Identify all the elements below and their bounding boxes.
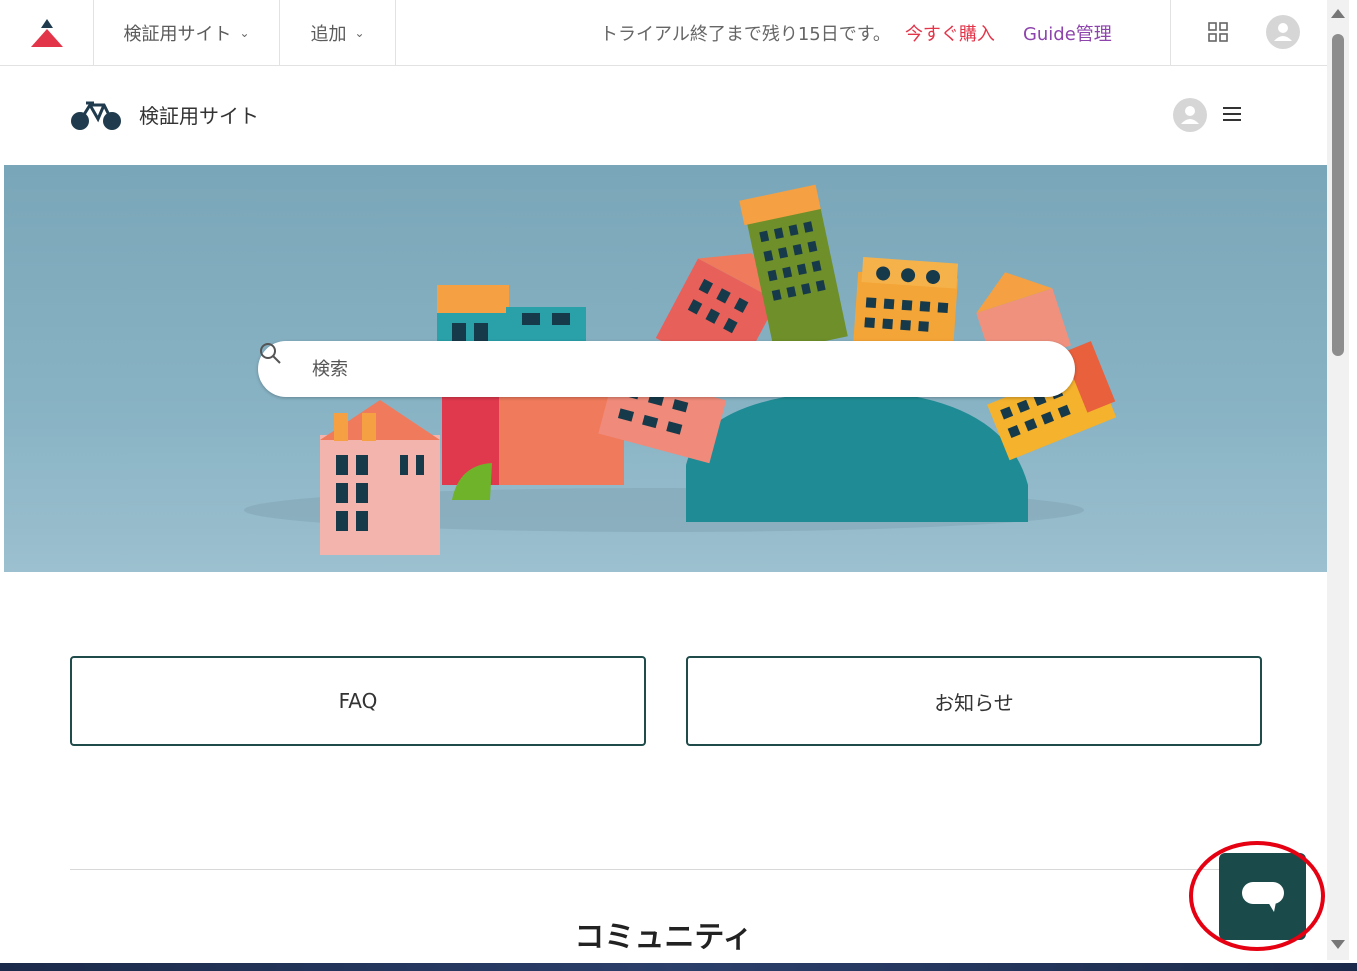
buy-now-link[interactable]: 今すぐ購入 — [905, 20, 995, 46]
category-faq[interactable]: FAQ — [70, 656, 646, 746]
site-header: 検証用サイト — [4, 67, 1327, 165]
user-avatar-icon[interactable] — [1266, 15, 1300, 49]
brand-name[interactable]: 検証用サイト — [139, 100, 259, 129]
admin-topbar: 検証用サイト ⌄ 追加 ⌄ トライアル終了まで残り15日です。 今すぐ購入 Gu… — [0, 0, 1327, 66]
community-heading: コミュニティ — [574, 920, 753, 955]
product-logo[interactable] — [0, 0, 94, 66]
add-menu-label: 追加 — [310, 24, 347, 45]
site-switcher-label: 検証用サイト — [123, 24, 232, 45]
hamburger-menu-icon[interactable] — [1221, 104, 1243, 124]
topbar-divider — [1170, 0, 1171, 66]
category-label: FAQ — [338, 689, 378, 713]
search-input[interactable] — [310, 349, 1050, 389]
chevron-down-icon: ⌄ — [354, 26, 365, 40]
trial-notice: トライアル終了まで残り15日です。 今すぐ購入 Guide管理 — [600, 0, 1112, 66]
triangle-logo-icon — [30, 19, 63, 47]
scrollbar-thumb[interactable] — [1332, 34, 1344, 356]
section-divider — [70, 869, 1261, 870]
user-avatar-icon[interactable] — [1172, 97, 1208, 133]
chat-bubble-icon — [1241, 881, 1284, 912]
site-switcher-menu[interactable]: 検証用サイト ⌄ — [94, 0, 280, 66]
hero-banner — [4, 165, 1327, 572]
os-taskbar-edge — [0, 963, 1357, 971]
scroll-down-arrow-icon[interactable] — [1331, 940, 1345, 949]
bicycle-logo-icon[interactable] — [70, 97, 122, 133]
trial-remaining-text: トライアル終了まで残り15日です。 — [600, 24, 891, 45]
add-menu[interactable]: 追加 ⌄ — [280, 0, 396, 66]
search-icon — [260, 343, 281, 364]
category-label: お知らせ — [934, 690, 1014, 715]
guide-admin-link[interactable]: Guide管理 — [1023, 20, 1112, 46]
search-box[interactable] — [258, 341, 1075, 397]
category-announcements[interactable]: お知らせ — [686, 656, 1262, 746]
scroll-up-arrow-icon[interactable] — [1331, 9, 1345, 18]
chat-launcher-button[interactable] — [1219, 853, 1306, 940]
chevron-down-icon: ⌄ — [239, 26, 250, 40]
grid-apps-icon[interactable] — [1207, 21, 1229, 43]
